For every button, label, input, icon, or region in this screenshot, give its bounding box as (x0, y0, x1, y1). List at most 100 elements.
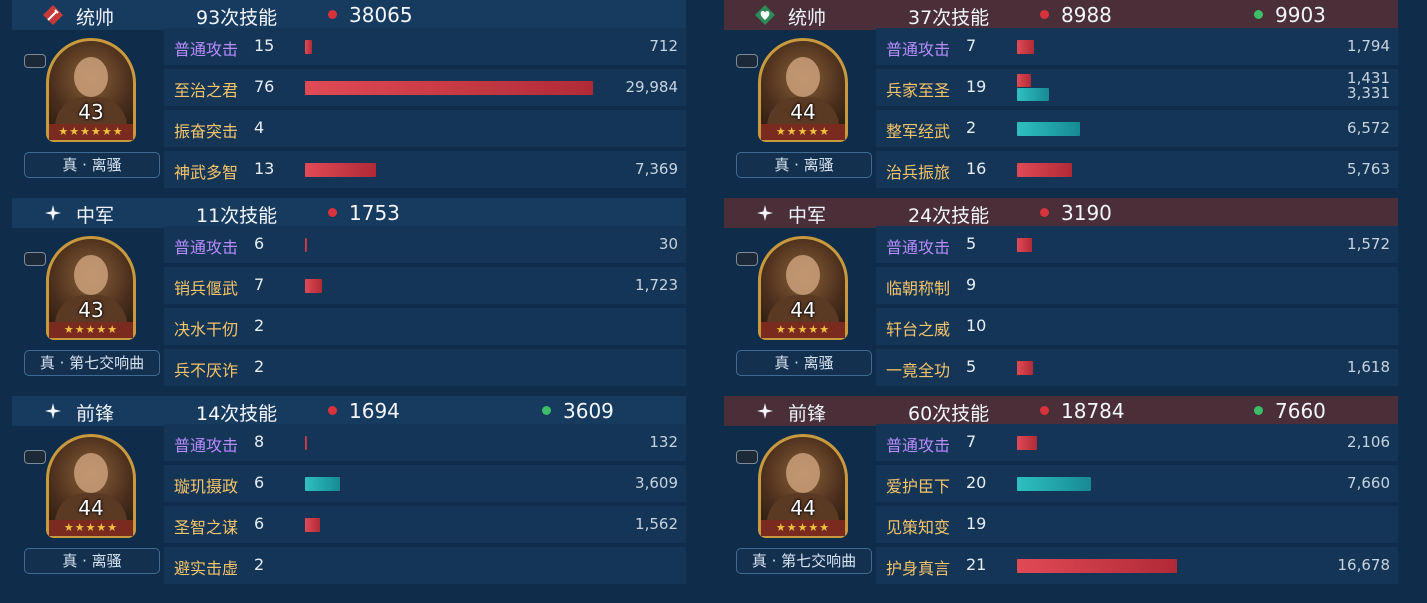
damage-bar (305, 238, 307, 252)
skill-value: 29,984 (625, 78, 679, 96)
skill-row[interactable]: 临朝称制 9 (876, 267, 1398, 304)
skill-row[interactable]: 轩台之威 10 (876, 308, 1398, 345)
skill-row[interactable]: 普通攻击 8 132 (164, 424, 686, 461)
star-rating: ★★★★★ (761, 520, 845, 536)
damage-total-value: 1753 (349, 201, 400, 225)
damage-bar (305, 518, 320, 532)
skill-row[interactable]: 圣智之谋 6 1,562 (164, 506, 686, 543)
section-header: 中军 24次技能 3190 (724, 198, 1398, 228)
tactic-tag[interactable]: 真 · 第七交响曲 (24, 350, 160, 376)
skill-name: 普通攻击 (174, 40, 239, 59)
damage-dot-icon (1040, 10, 1049, 19)
skill-trigger-count: 19 (966, 77, 987, 96)
skill-row[interactable]: 见策知变 19 (876, 506, 1398, 543)
skill-name: 兵不厌诈 (174, 361, 239, 380)
skill-name: 神武多智 (174, 163, 239, 182)
skill-row[interactable]: 普通攻击 7 1,794 (876, 28, 1398, 65)
heal-bar (305, 477, 340, 491)
left-team-column: 统帅 93次技能 38065 43 ★★★★★★ 真 · 离骚 普通攻击 15 712 至治之君 7… (12, 0, 686, 603)
sparkle-icon (754, 202, 776, 224)
skill-value: 1,723 (635, 276, 678, 294)
skill-name: 璇玑摄政 (174, 477, 239, 496)
heal-dot-icon (542, 406, 551, 415)
role-label: 前锋 (76, 403, 115, 425)
damage-total-value: 3190 (1061, 201, 1112, 225)
damage-total: 38065 (328, 3, 413, 27)
skill-cast-count: 37次技能 (908, 7, 990, 29)
tactic-tag[interactable]: 真 · 第七交响曲 (736, 548, 872, 574)
general-level: 43 (78, 100, 104, 124)
skill-row[interactable]: 决水干仞 2 (164, 308, 686, 345)
skill-name: 治兵振旅 (886, 163, 951, 182)
general-level: 43 (78, 298, 104, 322)
tactic-tag[interactable]: 真 · 离骚 (736, 350, 872, 376)
skill-row[interactable]: 避实击虚 2 (164, 547, 686, 584)
tactic-tag[interactable]: 真 · 离骚 (24, 152, 160, 178)
skill-value: 7,660 (1347, 474, 1390, 492)
skill-value: 1,794 (1347, 37, 1390, 55)
skill-value: 2,106 (1347, 433, 1390, 451)
general-card[interactable]: 44 ★★★★★ 真 · 第七交响曲 (734, 434, 872, 584)
damage-bar (1017, 238, 1032, 252)
heal-bar (1017, 88, 1049, 101)
skill-row[interactable]: 普通攻击 7 2,106 (876, 424, 1398, 461)
skill-trigger-count: 10 (966, 316, 987, 335)
skill-trigger-count: 20 (966, 473, 987, 492)
squad-section: 前锋 60次技能 18784 7660 44 ★★★★★ 真 · 第七交响曲 普通攻击 7 2,1… (724, 396, 1398, 594)
skill-trigger-count: 8 (254, 432, 265, 451)
skill-row[interactable]: 销兵偃武 7 1,723 (164, 267, 686, 304)
tactic-tag[interactable]: 真 · 离骚 (24, 548, 160, 574)
skill-trigger-count: 6 (254, 514, 265, 533)
general-card[interactable]: 43 ★★★★★★ 真 · 离骚 (22, 38, 160, 188)
skill-cast-count: 11次技能 (196, 205, 278, 227)
skill-value: 1,562 (635, 515, 678, 533)
skill-trigger-count: 21 (966, 555, 987, 574)
skill-row[interactable]: 爱护臣下 20 7,660 (876, 465, 1398, 502)
troop-crest-icon (24, 54, 46, 68)
skill-name: 爱护臣下 (886, 477, 951, 496)
star-rating: ★★★★★★ (49, 124, 133, 140)
portrait-face (786, 255, 820, 295)
skill-row[interactable]: 兵不厌诈 2 (164, 349, 686, 386)
section-header: 中军 11次技能 1753 (12, 198, 686, 228)
skill-row[interactable]: 护身真言 21 16,678 (876, 547, 1398, 584)
heal-total: 7660 (1254, 399, 1326, 423)
skill-value: 132 (649, 433, 678, 451)
squad-section: 统帅 37次技能 8988 9903 44 ★★★★★ 真 · 离骚 普通攻击 7 1,794 兵家… (724, 0, 1398, 198)
skill-trigger-count: 6 (254, 234, 265, 253)
skill-row[interactable]: 普通攻击 5 1,572 (876, 226, 1398, 263)
general-card[interactable]: 44 ★★★★★ 真 · 离骚 (734, 38, 872, 188)
general-card[interactable]: 44 ★★★★★ 真 · 离骚 (22, 434, 160, 584)
damage-bar (1017, 40, 1034, 54)
skill-row[interactable]: 至治之君 76 29,984 (164, 69, 686, 106)
tactic-tag[interactable]: 真 · 离骚 (736, 152, 872, 178)
skill-row[interactable]: 一竟全功 5 1,618 (876, 349, 1398, 386)
skill-cast-count: 93次技能 (196, 7, 278, 29)
skill-row[interactable]: 神武多智 13 7,369 (164, 151, 686, 188)
skill-row[interactable]: 整军经武 2 6,572 (876, 110, 1398, 147)
skill-value: 16,678 (1337, 556, 1391, 574)
skill-row[interactable]: 治兵振旅 16 5,763 (876, 151, 1398, 188)
skill-value: 7,369 (635, 160, 678, 178)
skill-trigger-count: 7 (966, 36, 977, 55)
general-card[interactable]: 44 ★★★★★ 真 · 离骚 (734, 236, 872, 386)
skill-row[interactable]: 普通攻击 6 30 (164, 226, 686, 263)
skill-row[interactable]: 兵家至圣 19 1,431 3,331 (876, 69, 1398, 106)
damage-bar (305, 163, 376, 177)
general-card[interactable]: 43 ★★★★★ 真 · 第七交响曲 (22, 236, 160, 386)
damage-total: 18784 (1040, 399, 1125, 423)
skill-row[interactable]: 璇玑摄政 6 3,609 (164, 465, 686, 502)
damage-total: 8988 (1040, 3, 1112, 27)
damage-bar (1017, 361, 1033, 375)
troop-crest-icon (736, 252, 758, 266)
skill-row[interactable]: 振奋突击 4 (164, 110, 686, 147)
skill-value: 5,763 (1347, 160, 1390, 178)
heal-total: 9903 (1254, 3, 1326, 27)
damage-total-value: 38065 (349, 3, 413, 27)
portrait-face (74, 255, 108, 295)
skill-name: 普通攻击 (174, 238, 239, 257)
skill-row[interactable]: 普通攻击 15 712 (164, 28, 686, 65)
skill-trigger-count: 4 (254, 118, 265, 137)
skill-trigger-count: 5 (966, 357, 977, 376)
skill-name: 护身真言 (886, 559, 951, 578)
